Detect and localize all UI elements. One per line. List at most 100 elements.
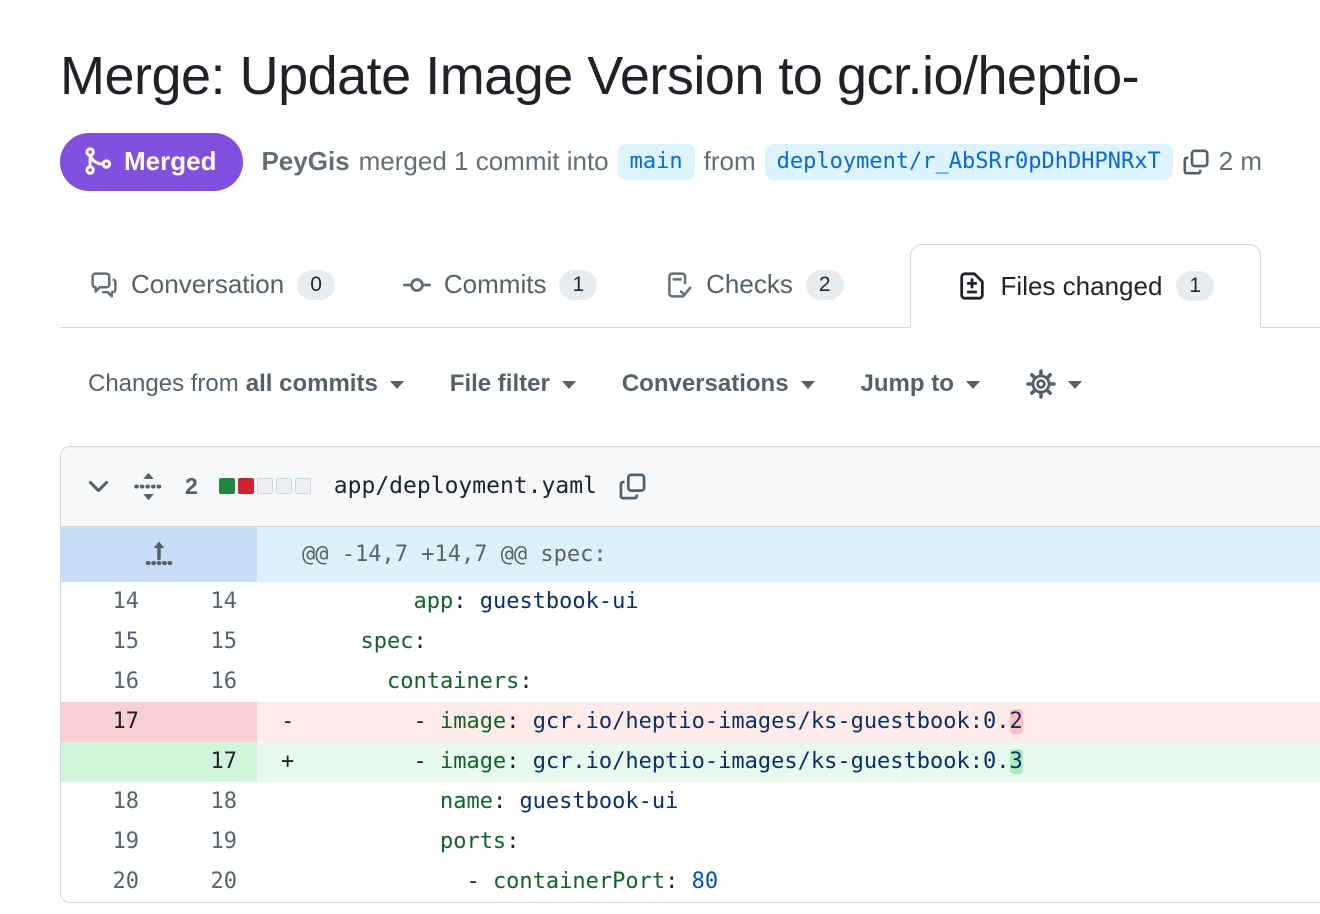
code-segment-val: guestbook-ui <box>519 789 678 814</box>
copy-branch-icon[interactable] <box>1182 148 1210 176</box>
expand-up-button[interactable] <box>61 527 257 582</box>
diff-table: @@ -14,7 +14,7 @@ spec:1414 app: guestbo… <box>61 527 1320 902</box>
diff-row-context: 1616 containers: <box>61 662 1320 702</box>
old-line-number[interactable]: 14 <box>61 582 159 622</box>
old-line-number[interactable]: 20 <box>61 862 159 902</box>
code-line: + - image: gcr.io/heptio-images/ks-guest… <box>257 742 1320 782</box>
diffstat[interactable] <box>219 478 311 494</box>
new-line-number[interactable] <box>159 702 257 742</box>
hunk-row: @@ -14,7 +14,7 @@ spec: <box>61 527 1320 582</box>
code-line: - containerPort: 80 <box>257 862 1320 902</box>
merge-action-text: merged 1 commit into <box>359 146 609 177</box>
old-line-number[interactable]: 17 <box>61 702 159 742</box>
tab-commits[interactable]: Commits 1 <box>381 243 619 327</box>
diff-toolbar: Changes from all commits File filter Con… <box>60 362 1320 406</box>
conversations-dropdown[interactable]: Conversations <box>622 370 815 398</box>
file-diff-card: 2 app/deployment.yaml @@ -14,7 +14,7 @@ … <box>60 446 1320 903</box>
old-line-number[interactable] <box>61 742 159 782</box>
diff-row-del: 17- - image: gcr.io/heptio-images/ks-gue… <box>61 702 1320 742</box>
code-segment-plain: : <box>665 869 692 894</box>
code-line: app: guestbook-ui <box>257 582 1320 622</box>
code-segment-plain: : <box>506 709 533 734</box>
code-segment-key: name <box>440 789 493 814</box>
jump-to-dropdown[interactable]: Jump to <box>861 370 980 398</box>
file-name-link[interactable]: app/deployment.yaml <box>334 473 597 499</box>
tab-label: Conversation <box>131 269 284 300</box>
code-segment-plain: : <box>506 749 533 774</box>
tab-checks[interactable]: Checks 2 <box>643 243 865 327</box>
code-line: containers: <box>257 662 1320 702</box>
code-segment-plain: - <box>413 749 440 774</box>
diff-settings-dropdown[interactable] <box>1026 369 1082 399</box>
drag-handle-icon[interactable] <box>133 471 164 502</box>
diffstat-square-neutral <box>257 478 273 494</box>
new-line-number[interactable]: 14 <box>159 582 257 622</box>
author-link[interactable]: PeyGis <box>261 146 349 177</box>
collapse-file-chevron[interactable] <box>85 473 112 500</box>
code-segment-plain: : <box>453 589 480 614</box>
file-filter-dropdown[interactable]: File filter <box>450 370 576 398</box>
copy-file-path-icon[interactable] <box>618 472 647 501</box>
changes-from-label: Changes from <box>88 370 239 398</box>
gear-icon <box>1026 369 1056 399</box>
code-segment-key: containerPort <box>493 869 665 894</box>
code-segment-val: guestbook-ui <box>480 589 639 614</box>
diff-sign: - <box>281 709 413 734</box>
diff-row-context: 1515 spec: <box>61 622 1320 662</box>
base-branch-label[interactable]: main <box>618 144 695 180</box>
file-filter-label: File filter <box>450 370 550 398</box>
hunk-header-text: @@ -14,7 +14,7 @@ spec: <box>257 527 1320 582</box>
diff-row-context: 1818 name: guestbook-ui <box>61 782 1320 822</box>
code-segment-key: image <box>440 749 506 774</box>
git-commit-icon <box>403 271 431 299</box>
line-indent <box>281 629 360 654</box>
diffstat-square-neutral <box>295 478 311 494</box>
code-line: ports: <box>257 822 1320 862</box>
pr-meta-text: PeyGis merged 1 commit into main from de… <box>261 144 1262 180</box>
code-segment-plain: : <box>519 669 532 694</box>
caret-down-icon <box>1068 381 1082 389</box>
line-indent <box>281 829 440 854</box>
tab-counter: 0 <box>297 270 335 300</box>
caret-down-icon <box>562 381 576 389</box>
old-line-number[interactable]: 16 <box>61 662 159 702</box>
line-indent <box>281 669 387 694</box>
code-segment-val: 3 <box>1010 749 1023 774</box>
new-line-number[interactable]: 19 <box>159 822 257 862</box>
tab-counter: 1 <box>559 270 597 300</box>
merged-status-label: Merged <box>124 146 216 177</box>
code-segment-plain: - <box>466 869 493 894</box>
new-line-number[interactable]: 18 <box>159 782 257 822</box>
code-segment-val: gcr.io/heptio-images/ks-guestbook:0. <box>533 709 1010 734</box>
changes-from-value: all commits <box>246 370 378 398</box>
caret-down-icon <box>966 381 980 389</box>
new-line-number[interactable]: 17 <box>159 742 257 782</box>
new-line-number[interactable]: 16 <box>159 662 257 702</box>
new-line-number[interactable]: 20 <box>159 862 257 902</box>
merge-timestamp: 2 m <box>1219 146 1262 177</box>
new-line-number[interactable]: 15 <box>159 622 257 662</box>
old-line-number[interactable]: 19 <box>61 822 159 862</box>
tab-files-changed[interactable]: Files changed 1 <box>910 244 1262 328</box>
changes-from-dropdown[interactable]: Changes from all commits <box>88 370 404 398</box>
code-segment-key: ports <box>440 829 506 854</box>
tab-label: Files changed <box>1001 271 1163 302</box>
head-branch-label[interactable]: deployment/r_AbSRr0pDhDHPNRxT <box>765 144 1173 180</box>
code-segment-key: app <box>413 589 453 614</box>
code-segment-val: 2 <box>1010 709 1023 734</box>
line-indent <box>281 589 413 614</box>
pull-request-page: Merge: Update Image Version to gcr.io/he… <box>0 44 1320 903</box>
old-line-number[interactable]: 15 <box>61 622 159 662</box>
code-line: name: guestbook-ui <box>257 782 1320 822</box>
diff-row-add: 17+ - image: gcr.io/heptio-images/ks-gue… <box>61 742 1320 782</box>
tab-conversation[interactable]: Conversation 0 <box>68 243 357 327</box>
pr-title: Merge: Update Image Version to gcr.io/he… <box>60 44 1320 109</box>
conversations-label: Conversations <box>622 370 789 398</box>
code-segment-plain: : <box>413 629 426 654</box>
old-line-number[interactable]: 18 <box>61 782 159 822</box>
merged-status-badge: Merged <box>60 133 243 191</box>
comment-discussion-icon <box>90 271 118 299</box>
tab-counter: 2 <box>806 270 844 300</box>
code-segment-plain: : <box>493 789 520 814</box>
jump-to-label: Jump to <box>861 370 954 398</box>
